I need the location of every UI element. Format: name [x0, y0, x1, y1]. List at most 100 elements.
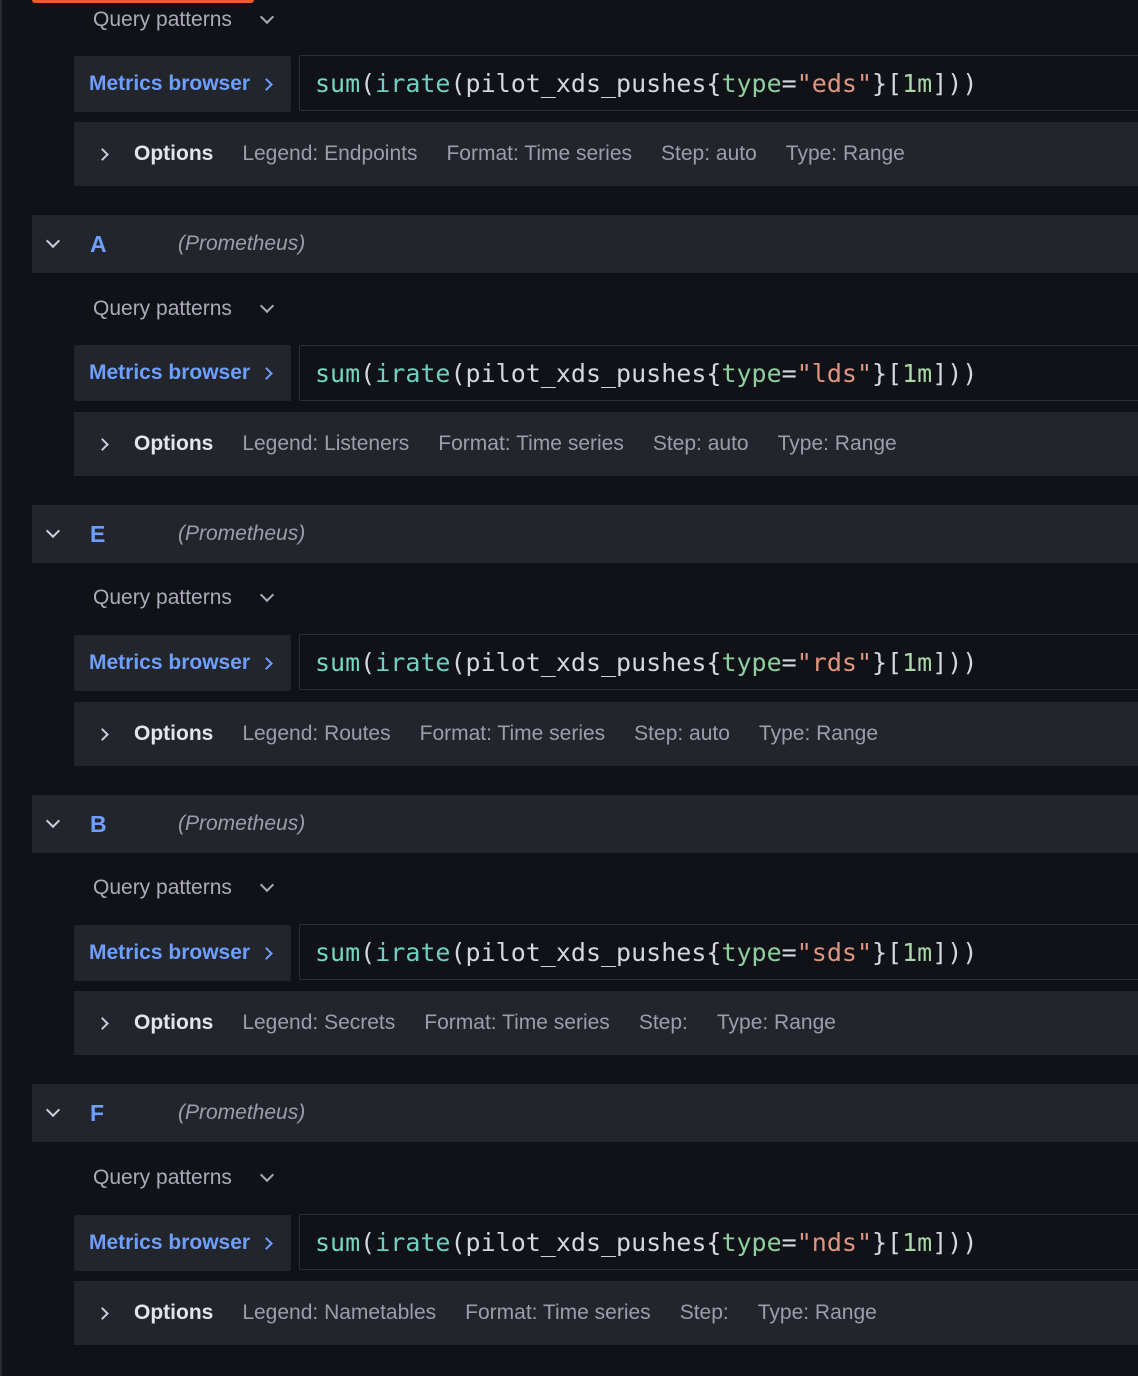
options-legend: Legend: Endpoints [242, 142, 418, 165]
query-ref-id[interactable]: A [90, 231, 107, 258]
query-input[interactable]: sum(irate(pilot_xds_pushes{type = " sds "}[1… [299, 924, 1138, 980]
query-ref-id[interactable]: E [90, 521, 105, 548]
query-header: A (Prometheus) [32, 215, 1138, 273]
chevron-right-icon[interactable] [96, 727, 109, 741]
query-inner-fn: irate [375, 647, 451, 677]
query-label-name: type [721, 68, 782, 98]
chevron-right-icon [260, 656, 273, 670]
chevron-right-icon[interactable] [96, 1306, 109, 1320]
chevron-down-icon[interactable] [45, 813, 61, 829]
options-format: Format: Time series [419, 722, 606, 745]
query-label-value: eds [811, 68, 857, 98]
datasource-name: (Prometheus) [178, 812, 306, 835]
options-format: Format: Time series [438, 432, 624, 455]
query-input[interactable]: sum(irate(pilot_xds_pushes{type = " lds "}[1… [299, 345, 1138, 401]
query-inner-fn: irate [375, 937, 451, 967]
query-patterns-dropdown[interactable]: Query patterns [93, 289, 274, 329]
options-type: Type: Range [716, 1011, 836, 1034]
query-metric: pilot_xds_pushes [465, 358, 707, 388]
query-ref-id[interactable]: B [90, 811, 107, 838]
options-format: Format: Time series [424, 1011, 610, 1034]
query-label-value: sds [811, 937, 857, 967]
options-title[interactable]: Options [134, 1011, 213, 1035]
options-type: Type: Range [785, 142, 905, 165]
metrics-browser-label: Metrics browser [89, 1231, 251, 1254]
chevron-down-icon[interactable] [45, 523, 61, 539]
query-ref-id[interactable]: F [90, 1100, 104, 1127]
options-row[interactable]: Options Legend: Routes Format: Time seri… [74, 702, 1138, 766]
options-step: Step: [638, 1011, 688, 1034]
options-legend: Legend: Nametables [242, 1301, 437, 1324]
options-row[interactable]: Options Legend: Nametables Format: Time … [74, 1281, 1138, 1345]
query-patterns-dropdown[interactable]: Query patterns [93, 868, 274, 908]
options-step: Step: auto [634, 722, 730, 745]
query-range: 1m [902, 1227, 933, 1257]
query-header: E (Prometheus) [32, 505, 1138, 563]
chevron-down-icon [259, 1167, 274, 1183]
query-label-value: lds [811, 358, 857, 388]
query-metric: pilot_xds_pushes [465, 937, 707, 967]
options-row[interactable]: Options Legend: Listeners Format: Time s… [74, 412, 1138, 476]
query-input[interactable]: sum(irate(pilot_xds_pushes{type = " eds "}[1… [299, 55, 1138, 111]
query-metric: pilot_xds_pushes [465, 1227, 707, 1257]
metrics-browser-button[interactable]: Metrics browser [74, 635, 291, 691]
options-format: Format: Time series [465, 1301, 651, 1324]
query-patterns-dropdown[interactable]: Query patterns [93, 578, 274, 618]
query-label-name: type [721, 358, 782, 388]
query-editor: Query patterns Metrics browser sum(irate… [0, 0, 1138, 1376]
options-row[interactable]: Options Legend: Endpoints Format: Time s… [74, 122, 1138, 186]
datasource-name: (Prometheus) [178, 1101, 306, 1124]
query-label-value: nds [811, 1227, 857, 1257]
datasource-name: (Prometheus) [178, 522, 306, 545]
options-title[interactable]: Options [134, 432, 213, 456]
options-type: Type: Range [758, 722, 879, 745]
metrics-browser-button[interactable]: Metrics browser [74, 1215, 291, 1271]
chevron-down-icon[interactable] [45, 1102, 61, 1118]
query-header: F (Prometheus) [32, 1084, 1138, 1142]
metrics-browser-label: Metrics browser [89, 941, 251, 964]
query-inner-fn: irate [375, 1227, 451, 1257]
options-legend: Legend: Listeners [242, 432, 410, 455]
options-type: Type: Range [757, 1301, 877, 1324]
metrics-browser-button[interactable]: Metrics browser [74, 345, 291, 401]
query-fn: sum [315, 937, 361, 967]
options-legend: Legend: Secrets [242, 1011, 396, 1034]
query-patterns-label: Query patterns [93, 297, 232, 320]
query-fn: sum [315, 647, 361, 677]
query-label-name: type [721, 647, 782, 677]
metrics-browser-label: Metrics browser [89, 361, 251, 384]
chevron-down-icon[interactable] [45, 233, 61, 249]
chevron-right-icon [260, 366, 273, 380]
chevron-right-icon[interactable] [96, 1016, 109, 1030]
chevron-right-icon[interactable] [96, 437, 109, 451]
query-range: 1m [902, 647, 933, 677]
query-patterns-label: Query patterns [93, 8, 232, 31]
metrics-browser-label: Metrics browser [89, 72, 251, 95]
query-patterns-dropdown[interactable]: Query patterns [93, 1158, 274, 1198]
options-title[interactable]: Options [134, 1301, 213, 1325]
metrics-browser-label: Metrics browser [89, 651, 251, 674]
options-step: Step: [679, 1301, 729, 1324]
query-inner-fn: irate [375, 358, 451, 388]
options-format: Format: Time series [446, 142, 633, 165]
chevron-right-icon[interactable] [96, 147, 109, 161]
query-input[interactable]: sum(irate(pilot_xds_pushes{type = " rds "}[1… [299, 634, 1138, 690]
metrics-browser-button[interactable]: Metrics browser [74, 925, 291, 981]
chevron-down-icon [259, 877, 274, 893]
chevron-down-icon [259, 298, 274, 314]
options-title[interactable]: Options [134, 722, 213, 746]
query-header: B (Prometheus) [32, 795, 1138, 853]
query-label-name: type [721, 937, 782, 967]
query-patterns-label: Query patterns [93, 1166, 232, 1189]
query-inner-fn: irate [375, 68, 451, 98]
options-title[interactable]: Options [134, 142, 213, 166]
options-step: Step: auto [661, 142, 757, 165]
metrics-browser-button[interactable]: Metrics browser [74, 56, 291, 112]
query-range: 1m [902, 68, 933, 98]
query-range: 1m [902, 937, 933, 967]
options-legend: Legend: Routes [242, 722, 391, 745]
options-row[interactable]: Options Legend: Secrets Format: Time ser… [74, 991, 1138, 1055]
query-input[interactable]: sum(irate(pilot_xds_pushes{type = " nds "}[1… [299, 1214, 1138, 1270]
query-patterns-label: Query patterns [93, 586, 232, 609]
query-patterns-dropdown[interactable]: Query patterns [93, 0, 274, 40]
